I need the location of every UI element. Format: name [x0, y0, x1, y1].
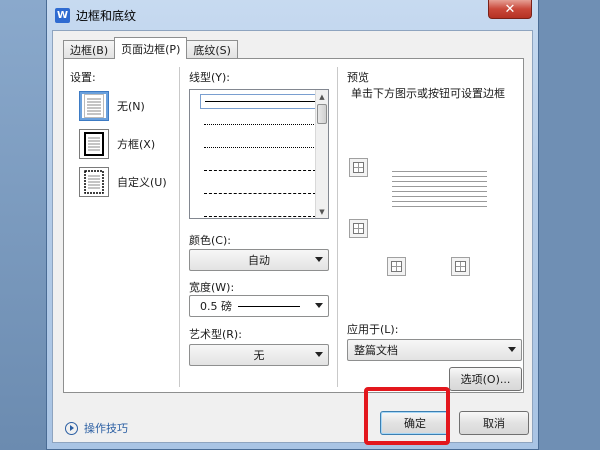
- line-style-item[interactable]: [190, 182, 328, 205]
- color-dropdown[interactable]: 自动: [189, 249, 329, 271]
- setting-box-label: 方框(X): [117, 138, 156, 151]
- line-style-item[interactable]: [190, 205, 328, 218]
- tab-shading[interactable]: 底纹(S): [186, 40, 238, 59]
- line-style-label: 线型(Y):: [189, 71, 231, 84]
- red-highlight-box: [364, 387, 450, 445]
- close-button[interactable]: ✕: [488, 0, 532, 19]
- page-border-panel: 设置: 无(N) 方框(X) 自定义(U) 线型(Y): ▲ ▼ 颜色(C): …: [63, 58, 524, 393]
- tab-bar: 边框(B) 页面边框(P) 底纹(S): [63, 37, 238, 59]
- art-value: 无: [253, 349, 265, 362]
- dialog-body: 边框(B) 页面边框(P) 底纹(S) 设置: 无(N) 方框(X) 自定义(U…: [52, 30, 533, 443]
- chevron-down-icon: [315, 303, 323, 308]
- setting-custom[interactable]: 自定义(U): [79, 167, 167, 197]
- chevron-down-icon: [315, 352, 323, 357]
- title-bar[interactable]: W 边框和底纹: [47, 0, 538, 30]
- dialog-title: 边框和底纹: [76, 8, 137, 23]
- color-label: 颜色(C):: [189, 234, 231, 247]
- apply-to-dropdown[interactable]: 整篇文档: [347, 339, 522, 361]
- setting-custom-label: 自定义(U): [117, 176, 167, 189]
- top-border-icon: [353, 162, 364, 173]
- right-border-icon: [455, 261, 466, 272]
- line-style-item[interactable]: [190, 136, 328, 159]
- color-value: 自动: [248, 254, 270, 267]
- tips-link[interactable]: 操作技巧: [65, 420, 128, 436]
- border-shading-dialog: W 边框和底纹 ✕ 边框(B) 页面边框(P) 底纹(S) 设置: 无(N) 方…: [46, 0, 539, 450]
- line-style-item[interactable]: [190, 159, 328, 182]
- preview-hint: 单击下方图示或按钮可设置边框: [351, 87, 505, 100]
- close-icon: ✕: [504, 1, 516, 17]
- line-style-scrollbar[interactable]: ▲ ▼: [315, 90, 328, 218]
- bottom-border-button[interactable]: [349, 219, 368, 238]
- tab-page-border[interactable]: 页面边框(P): [114, 37, 188, 59]
- scroll-up-icon[interactable]: ▲: [316, 90, 328, 103]
- setting-box[interactable]: 方框(X): [79, 129, 155, 159]
- chevron-down-icon: [315, 257, 323, 262]
- apply-to-value: 整篇文档: [354, 344, 398, 357]
- width-line-sample: [238, 305, 300, 307]
- setting-none-label: 无(N): [117, 100, 145, 113]
- background-strip: [0, 0, 46, 450]
- page-none-icon: [79, 91, 109, 121]
- bottom-border-icon: [353, 223, 364, 234]
- chevron-down-icon: [508, 347, 516, 352]
- settings-label: 设置:: [70, 71, 96, 84]
- setting-none[interactable]: 无(N): [79, 91, 145, 121]
- width-label: 宽度(W):: [189, 281, 235, 294]
- left-border-button[interactable]: [387, 257, 406, 276]
- art-label: 艺术型(R):: [189, 328, 242, 341]
- scroll-down-icon[interactable]: ▼: [316, 205, 328, 218]
- preview-page: [392, 171, 487, 211]
- tips-label: 操作技巧: [84, 422, 128, 435]
- cancel-button[interactable]: 取消: [459, 411, 529, 435]
- line-style-list[interactable]: ▲ ▼: [189, 89, 329, 219]
- scroll-thumb[interactable]: [317, 104, 327, 124]
- line-style-item[interactable]: [190, 113, 328, 136]
- play-icon: [65, 421, 78, 435]
- width-dropdown[interactable]: 0.5 磅: [189, 295, 329, 317]
- divider-right: [337, 67, 338, 387]
- page-custom-icon: [79, 167, 109, 197]
- top-border-button[interactable]: [349, 158, 368, 177]
- wps-writer-icon: W: [55, 7, 70, 23]
- apply-to-label: 应用于(L):: [347, 323, 399, 336]
- art-dropdown[interactable]: 无: [189, 344, 329, 366]
- page-box-icon: [79, 129, 109, 159]
- divider-left: [179, 67, 180, 387]
- left-border-icon: [391, 261, 402, 272]
- tab-borders[interactable]: 边框(B): [63, 40, 116, 59]
- preview-label: 预览: [347, 71, 369, 84]
- options-button[interactable]: 选项(O)...: [449, 367, 522, 391]
- width-value: 0.5 磅: [200, 300, 232, 313]
- line-style-item[interactable]: [190, 90, 328, 113]
- right-border-button[interactable]: [451, 257, 470, 276]
